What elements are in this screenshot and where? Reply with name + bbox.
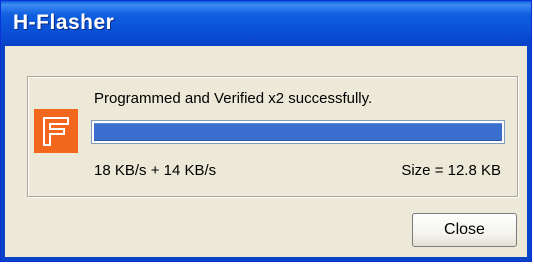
transfer-speed: 18 KB/s + 14 KB/s [94, 162, 217, 179]
progress-bar [91, 120, 505, 144]
status-message: Programmed and Verified x2 successfully. [94, 90, 373, 107]
window-frame-bottom [1, 257, 531, 261]
window-title: H-Flasher [13, 11, 115, 34]
dialog-window: H-Flasher Programmed and Verified x2 suc… [0, 0, 532, 262]
file-size: Size = 12.8 KB [401, 162, 501, 179]
close-button[interactable]: Close [412, 213, 517, 247]
window-frame-right [527, 46, 531, 261]
title-bar[interactable]: H-Flasher [1, 1, 531, 46]
progress-bar-fill [94, 123, 502, 141]
window-frame-left [1, 46, 5, 261]
hflasher-logo-icon [34, 109, 78, 153]
